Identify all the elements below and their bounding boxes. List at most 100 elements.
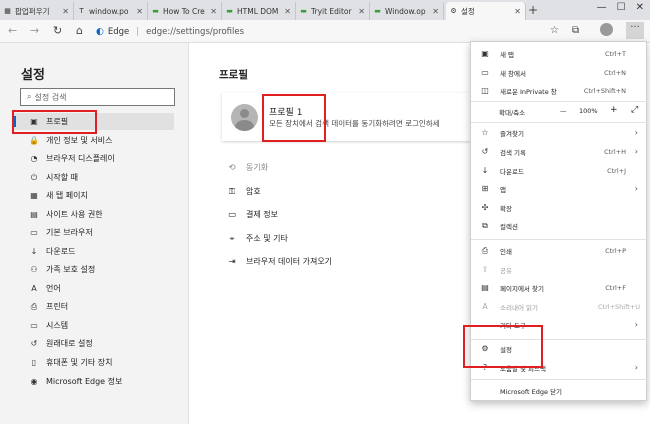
new-tab-button[interactable]: +: [528, 3, 538, 17]
menu-collections[interactable]: ⧉ 컬렉션: [471, 217, 648, 234]
avatar[interactable]: [231, 104, 258, 131]
menu-history[interactable]: ↺ 검색 기록 Ctrl+H ›: [471, 143, 648, 160]
sidebar-item-privacy[interactable]: 🔒 개인 정보 및 서비스: [14, 132, 174, 149]
menu-label: 소리내어 읽기: [500, 303, 538, 312]
tab-how-to[interactable]: ▬ How To Cre ✕: [148, 2, 222, 20]
sidebar-item-label: 다운로드: [46, 247, 76, 256]
home-icon[interactable]: ⌂: [76, 24, 83, 37]
more-menu-icon[interactable]: ···: [626, 22, 644, 39]
tab-favicon-icon: ▬: [374, 7, 381, 15]
menu-new-inprivate[interactable]: ◫ 새로운 InPrivate 창 Ctrl+Shift+N: [471, 82, 648, 99]
tab-popup[interactable]: ▦ 팝업퍼우기 ✕: [0, 2, 74, 20]
import-icon: ⇥: [228, 256, 236, 267]
sidebar-item-label: 브라우저 디스플레이: [46, 154, 115, 163]
menu-new-tab[interactable]: ▣ 새 탭 Ctrl+T: [471, 45, 648, 62]
menu-label: 새로운 InPrivate 창: [500, 87, 557, 96]
sidebar-item-system[interactable]: ▭ 시스템: [14, 317, 174, 334]
sidebar-item-default-browser[interactable]: ▭ 기본 브라우저: [14, 224, 174, 241]
sidebar-item-appearance[interactable]: ◔ 브라우저 디스플레이: [14, 150, 174, 167]
sidebar-item-family[interactable]: ⚇ 가족 보호 설정: [14, 261, 174, 278]
addresses-link[interactable]: ⌖ 주소 및 기타: [226, 233, 288, 244]
close-icon[interactable]: ✕: [284, 7, 291, 16]
link-label: 동기화: [246, 163, 269, 172]
menu-label: 확장: [500, 204, 512, 213]
sidebar-item-reset[interactable]: ↺ 원래대로 설정: [14, 335, 174, 352]
sidebar-item-about[interactable]: ◉ Microsoft Edge 정보: [14, 373, 174, 390]
menu-share[interactable]: ⇪ 공유: [471, 261, 648, 278]
close-window-icon[interactable]: ✕: [636, 2, 644, 13]
refresh-icon[interactable]: ↻: [53, 24, 62, 37]
menu-read-aloud[interactable]: A 소리내어 읽기 Ctrl+Shift+U: [471, 298, 648, 315]
back-icon[interactable]: ←: [8, 24, 17, 37]
tab-window-popup[interactable]: Twindow.po ✕: [74, 2, 148, 20]
sidebar-item-label: 기본 브라우저: [46, 228, 93, 237]
tab-html-dom[interactable]: ▬ HTML DOM ✕: [222, 2, 296, 20]
close-icon[interactable]: ✕: [210, 7, 217, 16]
sync-link[interactable]: ⟲ 동기화: [226, 162, 268, 173]
palette-icon: ◔: [30, 154, 38, 163]
passwords-link[interactable]: ⚿ 암호: [226, 186, 261, 197]
tab-window-open[interactable]: ▬ Window.op ✕: [370, 2, 444, 20]
search-placeholder: 설정 검색: [34, 92, 67, 102]
sidebar-item-downloads[interactable]: ↓ 다운로드: [14, 243, 174, 260]
share-icon: ⇪: [481, 265, 489, 274]
key-icon: ⚿: [228, 186, 236, 197]
menu-print[interactable]: ⎙ 인쇄 Ctrl+P: [471, 242, 648, 259]
system-icon: ▭: [30, 321, 38, 330]
menu-find[interactable]: ▤ 페이지에서 찾기 Ctrl+F: [471, 279, 648, 296]
menu-apps[interactable]: ⊞ 앱 ›: [471, 180, 648, 197]
close-icon[interactable]: ✕: [62, 7, 69, 16]
sidebar-item-label: 시스템: [46, 321, 69, 330]
sidebar-item-phone[interactable]: ▯ 휴대폰 및 기타 장치: [14, 354, 174, 371]
sidebar-item-printers[interactable]: ⎙ 프린터: [14, 298, 174, 315]
fullscreen-icon[interactable]: ⤢: [631, 105, 638, 115]
menu-new-window[interactable]: ▭ 새 창에서 Ctrl+N: [471, 64, 648, 81]
extensions-icon: ✣: [481, 203, 489, 212]
tab-label: HTML DOM: [237, 6, 279, 16]
menu-label: 검색 기록: [500, 148, 526, 157]
family-icon: ⚇: [30, 265, 38, 274]
menu-close-edge[interactable]: Microsoft Edge 닫기: [471, 382, 648, 399]
url-field[interactable]: ◐ Edge | edge://settings/profiles: [96, 23, 520, 40]
tab-tryit[interactable]: ▬ Tryit Editor ✕: [296, 2, 370, 20]
phone-icon: ▯: [31, 358, 37, 367]
inprivate-icon: ◫: [481, 86, 489, 95]
zoom-in-button[interactable]: +: [610, 105, 618, 115]
sidebar-item-new-tab[interactable]: ▦ 새 탭 페이지: [14, 187, 174, 204]
close-icon[interactable]: ✕: [136, 7, 143, 16]
sidebar-item-on-startup[interactable]: ⏻ 시작할 때: [14, 169, 174, 186]
import-data-link[interactable]: ⇥ 브라우저 데이터 가져오기: [226, 256, 332, 267]
menu-extensions[interactable]: ✣ 확장: [471, 199, 648, 216]
settings-search-input[interactable]: ⌕ 설정 검색: [20, 88, 175, 106]
url-brand: Edge: [107, 26, 130, 37]
reset-icon: ↺: [30, 339, 38, 348]
sidebar-item-site-permissions[interactable]: ▤ 사이트 사용 권한: [14, 206, 174, 223]
tab-settings[interactable]: ⚙ 설정 ✕: [446, 2, 526, 20]
highlight-box-settings: [463, 325, 543, 368]
menu-label: 페이지에서 찾기: [500, 284, 544, 293]
close-icon[interactable]: ✕: [514, 7, 521, 16]
minimize-icon[interactable]: —: [597, 2, 607, 13]
menu-favorites[interactable]: ☆ 즐겨찾기 ›: [471, 124, 648, 141]
profile-avatar-icon[interactable]: [600, 23, 613, 36]
close-icon[interactable]: ✕: [358, 7, 365, 16]
favorite-star-icon[interactable]: ☆: [550, 25, 559, 36]
sidebar-item-label: 휴대폰 및 기타 장치: [46, 358, 113, 367]
zoom-out-button[interactable]: —: [560, 107, 567, 115]
address-bar-row: ← → ↻ ⌂ ◐ Edge | edge://settings/profile…: [0, 20, 650, 43]
location-icon: ⌖: [229, 233, 235, 244]
permissions-icon: ▤: [30, 210, 38, 219]
payment-info-link[interactable]: ▭ 결제 정보: [226, 209, 278, 220]
highlight-box-profile-name: [262, 94, 326, 142]
maximize-icon[interactable]: ☐: [617, 2, 626, 13]
menu-downloads[interactable]: ↓ 다운로드 Ctrl+J: [471, 162, 648, 179]
collections-icon[interactable]: ⧉: [572, 25, 579, 36]
edge-logo-icon: ◐: [96, 26, 104, 37]
divider: [471, 101, 648, 102]
close-icon[interactable]: ✕: [432, 7, 439, 16]
read-aloud-icon: A: [482, 302, 488, 311]
forward-icon[interactable]: →: [30, 24, 39, 37]
sidebar-item-languages[interactable]: A 언어: [14, 280, 174, 297]
menu-label: 앱: [500, 185, 506, 194]
apps-icon: ⊞: [481, 184, 489, 193]
